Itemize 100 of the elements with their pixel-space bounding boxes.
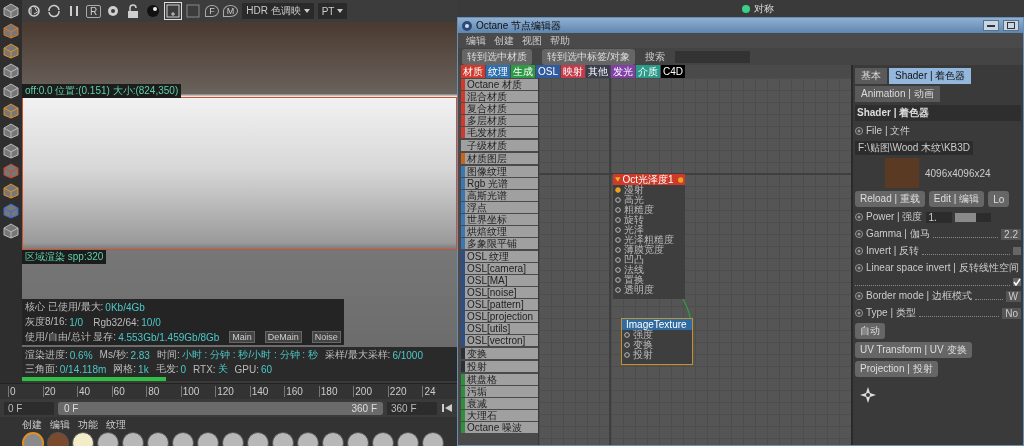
node-type-item[interactable]: OSL[MA] (461, 275, 538, 286)
category-tab[interactable]: 生成 (511, 65, 535, 78)
attribute-tab[interactable]: Shader | 着色器 (889, 68, 972, 84)
sphere-icon[interactable] (145, 3, 162, 19)
cube-icon[interactable] (3, 83, 19, 99)
menu-item[interactable]: 功能 (78, 417, 98, 432)
cube-icon[interactable] (3, 163, 19, 179)
node-type-item[interactable]: 大理石 (461, 410, 538, 421)
cube-icon[interactable] (3, 223, 19, 239)
refresh-icon[interactable] (46, 3, 62, 19)
category-tab[interactable]: 纹理 (486, 65, 510, 78)
node-type-item[interactable]: OSL[camera] (461, 263, 538, 274)
node-input[interactable]: 凹凸 (613, 255, 685, 265)
render-button[interactable]: R (86, 4, 102, 18)
node-type-item[interactable]: OSL 纹理 (461, 251, 538, 262)
node-type-item[interactable]: 浮点 (461, 202, 538, 213)
menu-item[interactable]: 帮助 (550, 33, 570, 48)
value-field[interactable]: W (1005, 290, 1021, 302)
mode-dropdown[interactable]: HDR 色调映 (242, 3, 314, 19)
keyframe-dot-icon[interactable] (855, 213, 863, 221)
node-type-item[interactable]: 图像纹理 (461, 166, 538, 177)
category-tab[interactable]: 其他 (586, 65, 610, 78)
attribute-tab[interactable]: Animation | 动画 (855, 86, 940, 102)
cube-icon[interactable] (3, 3, 19, 19)
buffer-tab[interactable]: DeMain (264, 331, 302, 343)
goto-button[interactable]: 转到选中材质 (462, 48, 532, 65)
number-field[interactable]: 1. (925, 211, 952, 223)
file-action-button[interactable]: Lo (988, 191, 1010, 207)
cube-icon[interactable] (3, 43, 19, 59)
port-icon[interactable] (615, 207, 621, 213)
category-tab[interactable]: 映射 (561, 65, 585, 78)
attribute-tab[interactable]: 基本 (855, 68, 887, 84)
node-input[interactable]: 强度 (622, 330, 692, 340)
node-input[interactable]: 高光 (613, 195, 685, 205)
skip-start-icon[interactable] (441, 402, 453, 414)
file-action-button[interactable]: Reload | 重载 (855, 191, 925, 207)
menu-item[interactable]: 纹理 (106, 417, 126, 432)
node-type-item[interactable]: OSL[projection (461, 311, 538, 322)
node-input[interactable]: 透明度 (613, 285, 685, 295)
menu-item[interactable]: 编辑 (50, 417, 70, 432)
node-type-item[interactable]: 子级材质 (461, 140, 538, 151)
end-frame-field[interactable]: 360 F (387, 401, 437, 415)
node-type-item[interactable]: 烘焙纹理 (461, 226, 538, 237)
port-icon[interactable] (615, 217, 621, 223)
frame-range-slider[interactable]: 0 F 360 F (58, 401, 383, 415)
cube-icon[interactable] (3, 23, 19, 39)
node-type-item[interactable]: 材质图层 (461, 153, 538, 164)
node-type-item[interactable]: 污垢 (461, 386, 538, 397)
subsection-button[interactable]: Projection | 投射 (855, 361, 938, 377)
buffer-tab[interactable]: Main (229, 331, 255, 343)
value-field[interactable]: 2.2 (1001, 228, 1021, 240)
keyframe-dot-icon[interactable] (855, 247, 863, 255)
node-input[interactable]: 漫射 (613, 185, 685, 195)
cube-icon[interactable] (3, 143, 19, 159)
category-tab[interactable]: 材质 (461, 65, 485, 78)
shader-node[interactable]: Oct光泽度1 漫射 高光 粗糙度 旋转 光泽 光泽粗糙度 薄膜宽度 凹凸 法线 置换 透明度 (613, 174, 685, 299)
menu-item[interactable]: 编辑 (466, 33, 486, 48)
category-tab[interactable]: 介质 (636, 65, 660, 78)
category-tab[interactable]: 发光 (611, 65, 635, 78)
node-input[interactable]: 光泽 (613, 225, 685, 235)
port-icon[interactable] (615, 267, 621, 273)
port-icon[interactable] (624, 352, 630, 358)
menu-item[interactable]: 创建 (494, 33, 514, 48)
port-icon[interactable] (615, 197, 621, 203)
node-type-item[interactable]: Octane 噪波 (461, 422, 538, 433)
port-icon[interactable] (615, 187, 621, 193)
shader-node[interactable]: ImageTexture 强度 变换 投射 (621, 318, 693, 365)
subsection-button[interactable]: UV Transform | UV 变换 (855, 342, 972, 358)
start-frame-field[interactable]: 0 F (4, 401, 54, 415)
node-type-item[interactable]: 毛发材质 (461, 127, 538, 138)
node-input[interactable]: 粗糙度 (613, 205, 685, 215)
node-type-item[interactable]: 世界坐标 (461, 214, 538, 225)
node-type-item[interactable]: 多层材质 (461, 115, 538, 126)
checkbox[interactable] (1013, 247, 1021, 255)
node-type-item[interactable]: 高斯光谱 (461, 190, 538, 201)
node-type-item[interactable]: 投射 (461, 361, 538, 372)
keyframe-dot-icon[interactable] (855, 127, 863, 135)
node-type-item[interactable]: OSL[pattern] (461, 299, 538, 310)
mode-dropdown[interactable]: PT (317, 3, 348, 19)
object-name[interactable]: 对称 (754, 1, 774, 16)
category-tab[interactable]: OSL (536, 65, 560, 78)
aperture-icon[interactable] (26, 3, 42, 19)
node-header[interactable]: Oct光泽度1 (613, 174, 685, 185)
collapse-triangle-icon[interactable] (615, 177, 621, 182)
node-type-item[interactable]: OSL[utils] (461, 323, 538, 334)
port-icon[interactable] (615, 287, 621, 293)
node-type-item[interactable]: 衰减 (461, 398, 538, 409)
menu-item[interactable]: 视图 (522, 33, 542, 48)
node-type-item[interactable]: Rgb 光谱 (461, 178, 538, 189)
keyframe-dot-icon[interactable] (855, 230, 863, 238)
node-input[interactable]: 光泽粗糙度 (613, 235, 685, 245)
node-type-item[interactable]: 棋盘格 (461, 374, 538, 385)
region-render-icon[interactable] (165, 3, 182, 19)
node-input[interactable]: 法线 (613, 265, 685, 275)
cube-icon[interactable] (3, 103, 19, 119)
node-input[interactable]: 置换 (613, 275, 685, 285)
checkbox[interactable] (1013, 278, 1021, 286)
buffer-tab[interactable]: Noise (311, 331, 341, 343)
node-input[interactable]: 变换 (622, 340, 692, 350)
keyframe-dot-icon[interactable] (855, 292, 863, 300)
